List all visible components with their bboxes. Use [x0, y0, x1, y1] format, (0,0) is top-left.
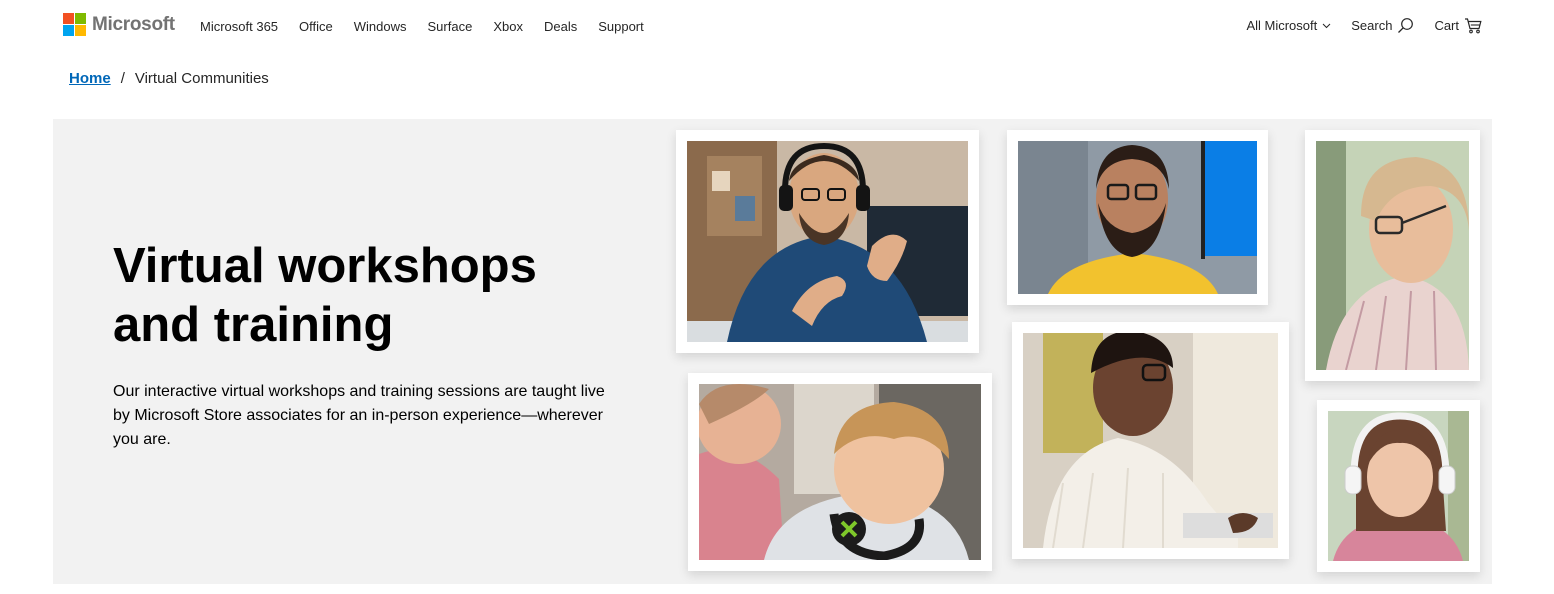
cart-button[interactable]: Cart: [1434, 17, 1482, 34]
utility-nav: All Microsoft Search Cart: [1226, 17, 1482, 34]
site-header: Microsoft Microsoft 365 Office Windows S…: [0, 0, 1554, 54]
breadcrumb-current: Virtual Communities: [134, 70, 269, 87]
two-teens-image: [699, 384, 981, 560]
photo-bearded-man: [1007, 130, 1268, 305]
chevron-down-icon: [1322, 23, 1331, 29]
search-label: Search: [1351, 18, 1393, 33]
all-microsoft-menu[interactable]: All Microsoft: [1246, 18, 1331, 33]
hero-description: Our interactive virtual workshops and tr…: [113, 383, 605, 448]
photo-two-teens: [688, 373, 992, 571]
all-microsoft-label: All Microsoft: [1246, 18, 1318, 33]
woman-sweater-image: [1023, 333, 1278, 548]
logo-text: Microsoft: [92, 13, 175, 35]
nav-item-support[interactable]: Support: [598, 19, 644, 34]
photo-girl-headphones: [1317, 400, 1480, 572]
nav-item-deals[interactable]: Deals: [544, 19, 577, 34]
nav-item-windows[interactable]: Windows: [354, 19, 407, 34]
hero-title-line-2: and training: [113, 298, 394, 352]
nav-item-microsoft-365[interactable]: Microsoft 365: [200, 19, 278, 34]
photo-woman-sweater: [1012, 322, 1289, 559]
hero-title-line-1: Virtual workshops: [113, 239, 537, 293]
cart-icon: [1464, 17, 1482, 34]
man-headphones-image: [687, 141, 968, 342]
microsoft-logo-icon: [63, 13, 86, 36]
bearded-man-image: [1018, 141, 1257, 294]
nav-item-xbox[interactable]: Xbox: [493, 19, 523, 34]
primary-nav: Microsoft 365 Office Windows Surface Xbo…: [200, 19, 665, 34]
photo-man-headphones: [676, 130, 979, 353]
older-woman-image: [1316, 141, 1469, 370]
cart-label: Cart: [1434, 18, 1459, 33]
photo-older-woman: [1305, 130, 1480, 381]
nav-item-office[interactable]: Office: [299, 19, 333, 34]
breadcrumb: Home / Virtual Communities: [69, 70, 269, 87]
search-button[interactable]: Search: [1351, 17, 1414, 34]
nav-item-surface[interactable]: Surface: [428, 19, 473, 34]
breadcrumb-home-link[interactable]: Home: [69, 70, 111, 87]
hero-banner: Virtual workshops and training Our inter…: [53, 119, 1492, 584]
girl-headphones-image: [1328, 411, 1469, 561]
hero-title: Virtual workshops and training: [113, 237, 633, 355]
microsoft-logo[interactable]: Microsoft: [63, 13, 175, 36]
breadcrumb-separator: /: [120, 70, 125, 87]
search-icon: [1397, 17, 1414, 34]
